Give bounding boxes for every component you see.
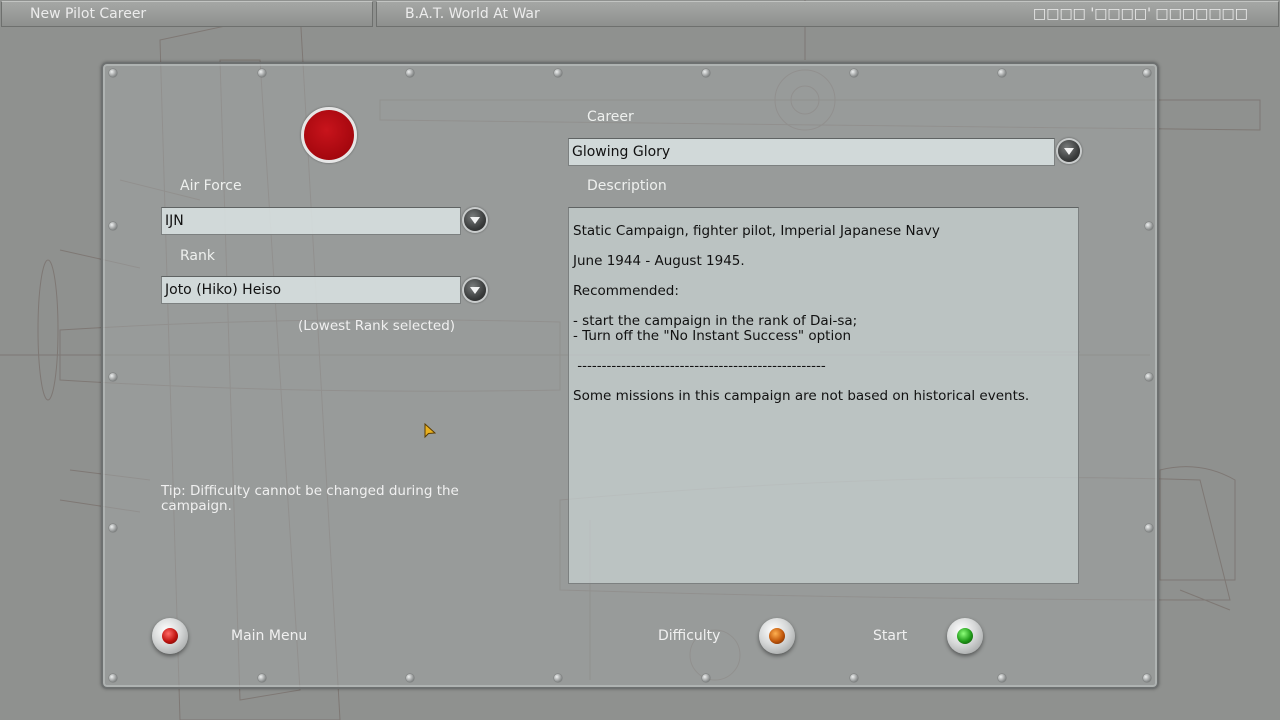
description-box: Static Campaign, fighter pilot, Imperial…: [568, 207, 1079, 584]
start-label[interactable]: Start: [873, 628, 907, 644]
screen-title: New Pilot Career: [1, 1, 373, 27]
description-line: Static Campaign, fighter pilot, Imperial…: [573, 223, 940, 239]
rank-note: (Lowest Rank selected): [298, 318, 456, 334]
air-force-label: Air Force: [180, 178, 242, 194]
description-line: Recommended:: [573, 283, 679, 299]
rivet: [1143, 674, 1151, 682]
career-label: Career: [587, 109, 634, 125]
pilot-indicator: □□□□ '□□□□' □□□□□□□: [1032, 6, 1248, 22]
difficulty-tip: Tip: Difficulty cannot be changed during…: [161, 483, 459, 514]
description-line: - start the campaign in the rank of Dai-…: [573, 313, 858, 344]
rivet: [406, 674, 414, 682]
rivet: [554, 69, 562, 77]
rivet: [850, 674, 858, 682]
rivet: [850, 69, 858, 77]
career-dropdown-icon[interactable]: [1058, 140, 1080, 162]
rivet: [109, 373, 117, 381]
description-label: Description: [587, 178, 667, 194]
rivet: [258, 674, 266, 682]
rivet: [1145, 524, 1153, 532]
career-select[interactable]: Glowing Glory: [568, 138, 1055, 166]
rivet: [702, 69, 710, 77]
game-title-bar: B.A.T. World At War □□□□ '□□□□' □□□□□□□: [376, 1, 1279, 27]
rank-select[interactable]: Joto (Hiko) Heiso: [161, 276, 461, 304]
start-button[interactable]: [947, 618, 983, 654]
rivet: [1143, 69, 1151, 77]
rank-dropdown-icon[interactable]: [464, 279, 486, 301]
air-force-dropdown-icon[interactable]: [464, 209, 486, 231]
rivet: [1145, 373, 1153, 381]
difficulty-label[interactable]: Difficulty: [658, 628, 720, 644]
green-lamp-icon: [957, 628, 973, 644]
description-line: June 1944 - August 1945.: [573, 253, 745, 269]
red-lamp-icon: [162, 628, 178, 644]
description-line: Some missions in this campaign are not b…: [573, 388, 1030, 404]
rivet: [554, 674, 562, 682]
rivet: [109, 222, 117, 230]
difficulty-button[interactable]: [759, 618, 795, 654]
top-bar: New Pilot Career B.A.T. World At War □□□…: [0, 0, 1280, 29]
description-separator: ----------------------------------------…: [573, 358, 826, 374]
game-title: B.A.T. World At War: [405, 6, 540, 22]
rivet: [258, 69, 266, 77]
hinomaru-emblem: [301, 107, 357, 163]
rank-label: Rank: [180, 248, 215, 264]
air-force-select[interactable]: IJN: [161, 207, 461, 235]
rivet: [998, 69, 1006, 77]
rivet: [109, 524, 117, 532]
rivet: [998, 674, 1006, 682]
main-menu-label[interactable]: Main Menu: [231, 628, 307, 644]
rivet: [406, 69, 414, 77]
rivet: [109, 674, 117, 682]
mouse-cursor-icon: [424, 423, 436, 439]
rivet: [702, 674, 710, 682]
rivet: [1145, 222, 1153, 230]
rivet: [109, 69, 117, 77]
main-menu-button[interactable]: [152, 618, 188, 654]
orange-lamp-icon: [769, 628, 785, 644]
